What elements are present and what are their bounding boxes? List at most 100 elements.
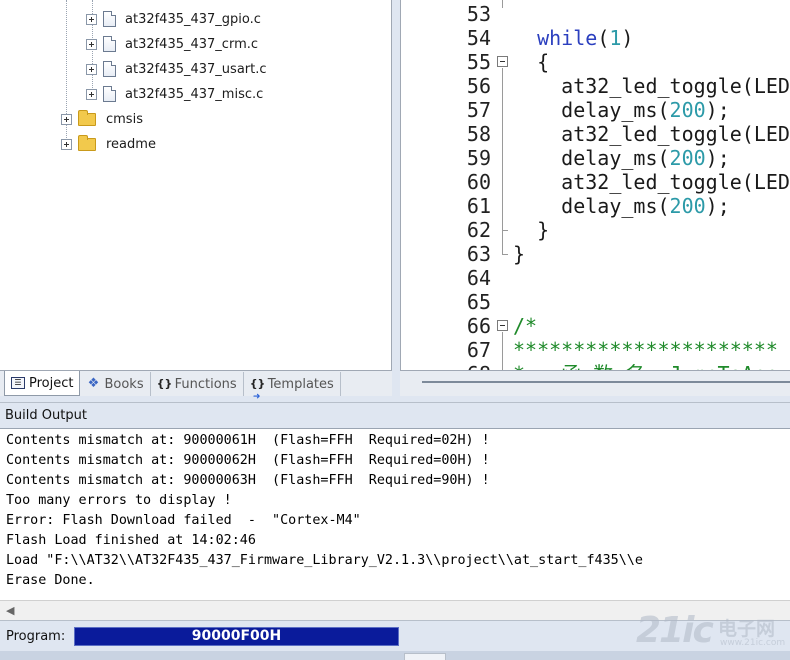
code-comment-line: /* xyxy=(513,314,538,338)
folder-icon xyxy=(78,109,96,126)
number-literal: 200 xyxy=(669,98,706,122)
code-editor[interactable]: 53 54 55 56 57 58 59 60 61 62 63 64 65 6… xyxy=(400,0,790,370)
code-line: { xyxy=(513,50,550,74)
code-line: delay_ms(200); xyxy=(513,194,730,218)
file-label: at32f435_437_misc.c xyxy=(125,86,264,102)
tab-label: Functions xyxy=(174,376,237,392)
code-comment-line: * 函 数 名: JumpToApp xyxy=(513,362,778,370)
line-number: 67 xyxy=(466,338,491,362)
code-line: while(1) xyxy=(537,26,634,50)
tab-templates[interactable]: {}➜ Templates xyxy=(244,372,341,403)
number-literal: 200 xyxy=(669,194,706,218)
line-number: 61 xyxy=(466,194,491,218)
line-number: 68 xyxy=(401,362,491,370)
line-number: 56 xyxy=(466,74,491,98)
build-output-panel[interactable]: Contents mismatch at: 90000061H (Flash=F… xyxy=(0,428,790,600)
code-line: at32_led_toggle(LED xyxy=(513,170,790,194)
books-icon: ❖ xyxy=(87,376,100,391)
line-number: 59 xyxy=(466,146,491,170)
build-output-line: Contents mismatch at: 90000063H (Flash=F… xyxy=(6,473,490,488)
tree-item-file[interactable]: at32f435_437_misc.c xyxy=(86,84,263,104)
scrollbar-thumb[interactable] xyxy=(422,381,790,383)
code-line: delay_ms(200); xyxy=(513,146,730,170)
c-file-icon xyxy=(103,11,116,27)
folder-label: cmsis xyxy=(106,111,143,127)
program-label: Program: xyxy=(6,629,66,644)
build-output-title: Build Output xyxy=(0,402,790,428)
build-output-line: Too many errors to display ! xyxy=(6,493,232,508)
fold-end-marker xyxy=(502,254,508,255)
watermark-text: 电子网 xyxy=(718,618,776,640)
build-output-line: Error: Flash Download failed - "Cortex-M… xyxy=(6,513,361,528)
tree-item-folder-readme[interactable]: readme xyxy=(61,134,156,154)
project-tree-pane: at32f435_437_gpio.c at32f435_437_crm.c a… xyxy=(0,0,392,370)
tree-item-file[interactable]: at32f435_437_crm.c xyxy=(86,34,258,54)
project-icon: ☰ xyxy=(11,377,25,389)
code-comment-line: ********************** xyxy=(513,338,778,362)
tab-project[interactable]: ☰ Project xyxy=(4,371,81,396)
expand-icon[interactable] xyxy=(61,138,72,150)
tab-books[interactable]: ❖ Books xyxy=(80,372,151,396)
fold-guide xyxy=(502,230,503,254)
build-output-line: Flash Load finished at 14:02:46 xyxy=(6,533,256,548)
c-file-icon xyxy=(103,86,116,102)
status-tab[interactable] xyxy=(404,653,446,660)
expand-icon[interactable] xyxy=(86,13,97,25)
fold-guide xyxy=(502,332,503,370)
line-number: 66 xyxy=(466,314,491,338)
c-file-icon xyxy=(103,61,116,77)
templates-icon: {}➜ xyxy=(249,377,266,403)
line-number: 55 xyxy=(466,50,491,74)
scroll-left-icon[interactable]: ◀ xyxy=(6,604,14,617)
fold-guide xyxy=(502,68,503,230)
line-number: 57 xyxy=(466,98,491,122)
code-line: } xyxy=(513,242,526,266)
file-label: at32f435_437_crm.c xyxy=(125,36,259,52)
build-output-line: Load "F:\\AT32\\AT32F435_437_Firmware_Li… xyxy=(6,553,643,568)
watermark-number: 21ic xyxy=(636,610,714,651)
tree-item-folder-cmsis[interactable]: cmsis xyxy=(61,109,143,129)
code-line: } xyxy=(513,218,550,242)
functions-icon: {} xyxy=(156,377,173,390)
keyword: while xyxy=(537,26,598,50)
folder-icon xyxy=(78,134,96,151)
folder-label: readme xyxy=(106,136,156,152)
line-number: 62 xyxy=(466,218,491,242)
program-progress-bar: 90000F00H xyxy=(74,627,399,646)
line-number: 54 xyxy=(466,26,491,50)
build-output-line: Erase Done. xyxy=(6,573,95,588)
expand-icon[interactable] xyxy=(61,113,72,125)
line-number: 60 xyxy=(466,170,491,194)
expand-icon[interactable] xyxy=(86,63,97,75)
expand-icon[interactable] xyxy=(86,88,97,100)
watermark-logo: 21ic 电子网 www.21ic.com xyxy=(636,608,786,656)
build-output-line: Contents mismatch at: 90000061H (Flash=F… xyxy=(6,433,490,448)
file-label: at32f435_437_gpio.c xyxy=(125,11,261,27)
line-number: 53 xyxy=(466,2,491,26)
code-line: at32_led_toggle(LED xyxy=(513,74,790,98)
number-literal: 200 xyxy=(669,146,706,170)
tab-functions[interactable]: {} Functions xyxy=(151,372,244,396)
build-output-line: Contents mismatch at: 90000062H (Flash=F… xyxy=(6,453,490,468)
editor-horizontal-scrollbar[interactable] xyxy=(400,370,790,396)
tab-label: Books xyxy=(104,376,144,392)
file-label: at32f435_437_usart.c xyxy=(125,61,267,77)
pane-tab-bar: ☰ Project ❖ Books {} Functions {}➜ Templ… xyxy=(0,370,392,403)
fold-collapse-icon[interactable] xyxy=(497,56,508,67)
tree-item-file[interactable]: at32f435_437_gpio.c xyxy=(86,9,261,29)
watermark-url: www.21ic.com xyxy=(720,638,786,648)
number-literal: 1 xyxy=(609,26,622,50)
line-number: 58 xyxy=(466,122,491,146)
line-number: 65 xyxy=(466,290,491,314)
code-line: delay_ms(200); xyxy=(513,98,730,122)
c-file-icon xyxy=(103,36,116,52)
line-number-gutter: 53 54 55 56 57 58 59 60 61 62 63 64 65 6… xyxy=(401,0,493,370)
expand-icon[interactable] xyxy=(86,38,97,50)
line-number: 63 xyxy=(466,242,491,266)
fold-collapse-icon[interactable] xyxy=(497,320,508,331)
tree-item-file[interactable]: at32f435_437_usart.c xyxy=(86,59,267,79)
tab-label: Templates xyxy=(267,376,334,392)
fold-guide xyxy=(502,0,503,8)
line-number: 64 xyxy=(466,266,491,290)
code-line: at32_led_toggle(LED xyxy=(513,122,790,146)
